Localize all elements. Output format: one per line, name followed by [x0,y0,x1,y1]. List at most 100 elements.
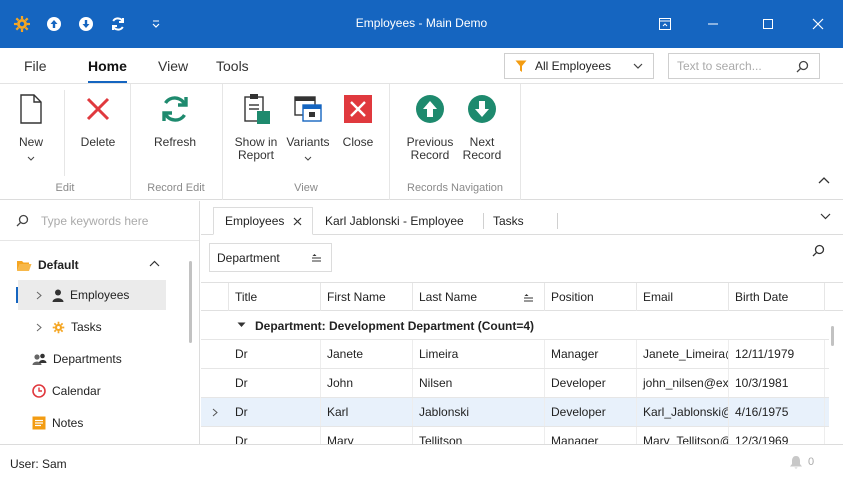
sidebar-item-employees[interactable]: Employees [18,280,166,310]
cell-first-name: John [321,369,413,397]
doc-tab-tasks[interactable]: Tasks [493,207,553,235]
nav-search-input[interactable]: Type keywords here [0,201,199,241]
arrow-up-circle-icon [413,92,447,126]
nav-scrollbar[interactable] [189,261,192,343]
cell-last-name: Limeira [413,340,545,368]
doc-tab-karl-jablonski[interactable]: Karl Jablonski - Employee [325,207,485,235]
report-icon [239,92,273,126]
chevron-right-icon [36,291,42,300]
cell-first-name: Karl [321,398,413,426]
chevron-down-icon [304,151,312,164]
group-separator [520,84,521,200]
new-label: New [18,135,43,149]
person-icon [52,289,64,302]
group-row[interactable]: Department: Development Department (Coun… [201,311,829,340]
group-by-chip-department[interactable]: Department [209,243,332,272]
cell-title: Dr [229,427,321,444]
notification-bell-icon[interactable] [789,455,803,470]
close-icon[interactable] [293,217,302,226]
column-header-title[interactable]: Title [229,283,321,311]
cell-title: Dr [229,369,321,397]
delete-button[interactable]: Delete [80,92,116,149]
sort-ascending-icon [311,253,322,262]
search-placeholder: Text to search... [677,59,762,73]
group-by-label: Department [217,250,280,265]
show-in-report-label-2: Report [237,148,275,162]
next-record-button[interactable]: Next Record [460,92,504,162]
grid-search-icon[interactable] [812,244,825,257]
column-header-email[interactable]: Email [637,283,729,311]
new-button[interactable]: New [14,92,48,164]
close-button[interactable]: Close [340,92,376,149]
doc-tab-employees[interactable]: Employees [213,207,313,235]
cell-last-name: Jablonski [413,398,545,426]
table-row[interactable]: Dr John Nilsen Developer john_nilsen@exa… [201,369,829,398]
column-header-position[interactable]: Position [545,283,637,311]
variants-label: Variants [286,135,330,149]
sidebar-item-label: Notes [52,416,84,430]
records-navigation-group-label: Records Navigation [407,182,503,194]
arrow-down-circle-icon [465,92,499,126]
next-record-label-2: Record [462,148,502,162]
minimize-icon[interactable] [700,12,726,36]
sidebar-item-departments[interactable]: Departments [32,344,180,374]
sidebar-item-label: Tasks [71,320,102,334]
new-document-icon [14,92,48,126]
chevron-down-icon[interactable] [820,213,831,220]
close-box-icon [341,92,375,126]
tab-separator [557,213,558,229]
sort-ascending-icon [523,293,534,302]
chevron-down-icon [27,151,35,164]
table-row-selected[interactable]: Dr Karl Jablonski Developer Karl_Jablons… [201,398,829,427]
sidebar-item-calendar[interactable]: Calendar [32,376,180,406]
row-indicator-header [201,283,229,311]
delete-x-icon [81,92,115,126]
search-icon[interactable] [796,60,809,73]
cell-last-name: Tellitson [413,427,545,444]
show-in-report-button[interactable]: Show in Report [234,92,278,162]
cell-email: Mary_Tellitson@example.com [637,427,729,444]
cell-first-name: Janete [321,340,413,368]
cell-email: john_nilsen@example.com [637,369,729,397]
previous-record-label-2: Record [410,148,450,162]
grid-scrollbar[interactable] [831,326,834,346]
tab-view[interactable]: View [158,58,188,74]
filter-dropdown[interactable]: All Employees [504,53,654,79]
edit-group-label: Edit [55,182,75,194]
sidebar-item-tasks[interactable]: Tasks [18,312,166,342]
column-header-first-name[interactable]: First Name [321,283,413,311]
chevron-right-icon [36,323,42,332]
previous-record-button[interactable]: Previous Record [406,92,454,162]
navigation-pane: Type keywords here Default Employees Tas… [0,201,200,444]
refresh-label: Refresh [153,135,197,149]
sidebar-item-label: Calendar [52,384,101,398]
maximize-icon[interactable] [755,12,781,36]
cell-birth-date: 4/16/1975 [729,398,825,426]
column-header-birth-date[interactable]: Birth Date [729,283,825,311]
close-window-icon[interactable] [805,12,831,36]
table-row[interactable]: Dr Janete Limeira Manager Janete_Limeira… [201,340,829,369]
filter-value: All Employees [535,59,612,73]
cell-first-name: Mary [321,427,413,444]
refresh-button[interactable]: Refresh [150,92,200,149]
group-by-panel: Department [201,236,843,282]
tab-home[interactable]: Home [88,58,127,83]
tab-file[interactable]: File [24,58,47,74]
cell-title: Dr [229,398,321,426]
group-expanded-icon[interactable] [237,322,246,328]
variants-button[interactable]: Variants [286,92,330,164]
cell-birth-date: 12/11/1979 [729,340,825,368]
tab-tools[interactable]: Tools [216,58,249,74]
restore-layout-icon[interactable] [652,12,678,36]
table-row[interactable]: Dr Mary Tellitson Manager Mary_Tellitson… [201,427,829,444]
chevron-up-icon[interactable] [149,260,160,267]
doc-tab-label: Karl Jablonski - Employee [325,214,464,228]
sidebar-item-notes[interactable]: Notes [32,408,180,438]
collapse-ribbon-icon[interactable] [818,176,830,184]
notes-icon [32,416,46,430]
search-input[interactable]: Text to search... [668,53,820,79]
column-header-last-name[interactable]: Last Name [413,283,545,311]
nav-group-default[interactable]: Default [16,255,176,275]
cell-birth-date: 12/3/1969 [729,427,825,444]
people-icon [32,353,47,366]
